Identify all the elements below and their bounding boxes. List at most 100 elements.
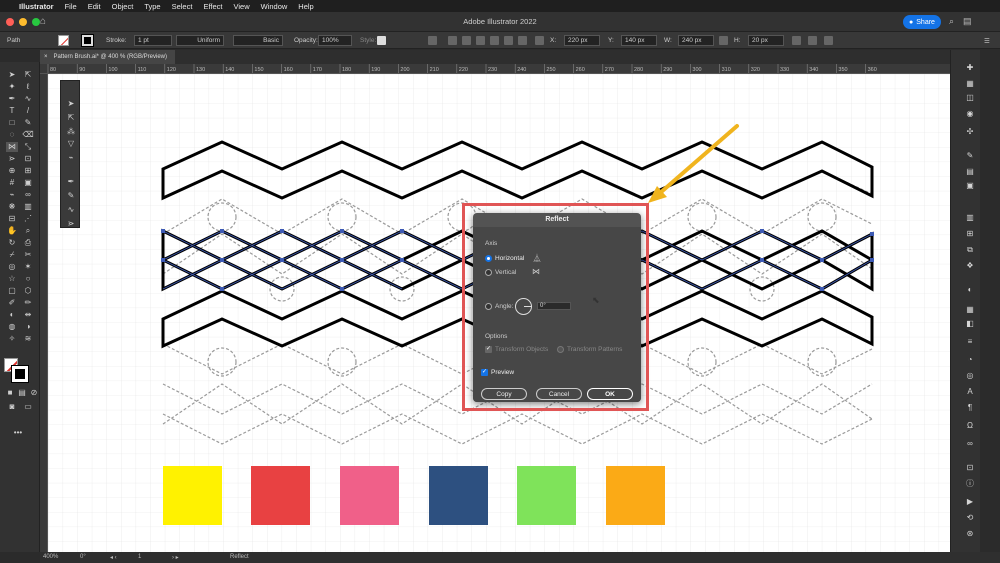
- angle-input[interactable]: 0°: [537, 302, 571, 310]
- share-button[interactable]: ● Share: [903, 15, 941, 29]
- align-panel-icon[interactable]: ⊞: [965, 230, 975, 238]
- swatch-orange[interactable]: [606, 466, 665, 525]
- brush-definition[interactable]: Basic: [233, 35, 283, 46]
- cancel-button[interactable]: Cancel: [536, 388, 582, 400]
- info-panel-icon[interactable]: ⓘ: [965, 480, 975, 488]
- image-trace-icon[interactable]: ◉: [965, 110, 975, 118]
- shape-builder-tool-icon[interactable]: ⊕: [6, 166, 18, 176]
- align-bottom-icon[interactable]: [518, 35, 527, 46]
- gradient-panel-icon[interactable]: ◧: [965, 320, 975, 328]
- transform-patterns-checkbox[interactable]: [557, 346, 564, 353]
- rectangle-tool-icon[interactable]: □: [6, 118, 18, 128]
- copy-button[interactable]: Copy: [481, 388, 527, 400]
- menu-edit[interactable]: Edit: [88, 2, 101, 11]
- polygon-tool-icon[interactable]: ⬡: [22, 286, 34, 296]
- recolor-icon[interactable]: [428, 35, 437, 46]
- stroke-color-box[interactable]: [11, 365, 29, 383]
- artboard-number[interactable]: 1: [138, 554, 141, 560]
- type-tool-icon[interactable]: T: [6, 106, 18, 116]
- horizontal-radio-label[interactable]: Horizontal: [495, 255, 524, 262]
- swatch-navy[interactable]: [429, 466, 488, 525]
- column-graph-tool-icon[interactable]: ▥: [22, 202, 34, 212]
- gradient-mode-icon[interactable]: ▤: [16, 388, 28, 398]
- angle-radio[interactable]: [485, 303, 492, 310]
- align-left-icon[interactable]: [448, 35, 457, 46]
- preview-label[interactable]: Preview: [491, 369, 514, 376]
- menu-window[interactable]: Window: [261, 2, 288, 11]
- artboard-next-arrows[interactable]: › ▸: [172, 554, 179, 561]
- rotate-view-tool-icon[interactable]: ↻: [6, 238, 18, 248]
- align-center-icon[interactable]: [462, 35, 471, 46]
- puppet-warp-tool-icon[interactable]: ✶: [22, 262, 34, 272]
- links-panel-icon[interactable]: ∞: [965, 440, 975, 448]
- float-curvature-icon[interactable]: ∿: [65, 205, 77, 215]
- reference-point-icon[interactable]: [535, 35, 544, 46]
- edit-toolbar-icon[interactable]: •••: [12, 428, 24, 438]
- reflect-tool-icon[interactable]: ⋈: [6, 142, 18, 152]
- angle-dial[interactable]: [515, 298, 532, 315]
- menu-effect[interactable]: Effect: [203, 2, 222, 11]
- curvature-tool-icon[interactable]: ∿: [22, 94, 34, 104]
- shaper-tool-icon[interactable]: ◌: [6, 130, 18, 140]
- document-tab[interactable]: × Pattern Brush.ai* @ 400 % (RGB/Preview…: [40, 50, 175, 64]
- slice-tool-icon[interactable]: ⋰: [22, 214, 34, 224]
- float-anchor-icon[interactable]: ✎: [65, 191, 77, 201]
- blob-brush-tool-icon[interactable]: ✐: [6, 298, 18, 308]
- print-tiling-tool-icon[interactable]: ⎙: [22, 238, 34, 248]
- horizontal-ruler[interactable]: 80 90 100 110 120 130 140 150 160 170 180 190 200 210…: [40, 64, 950, 74]
- vertical-ruler[interactable]: [40, 74, 48, 552]
- libraries-panel-icon[interactable]: ▦: [965, 80, 975, 88]
- vertical-radio-label[interactable]: Vertical: [495, 269, 516, 276]
- arrange-documents-icon[interactable]: ▤: [963, 16, 972, 27]
- ellipse-tool-icon[interactable]: ○: [22, 274, 34, 284]
- wrinkle-tool-icon[interactable]: ≋: [22, 334, 34, 344]
- paragraph-panel-icon[interactable]: ¶: [965, 404, 975, 412]
- eraser-tool-icon[interactable]: ⌫: [22, 130, 34, 140]
- magic-wand-tool-icon[interactable]: ✦: [6, 82, 18, 92]
- scale-tool-icon[interactable]: ⤡: [22, 142, 34, 152]
- variable-width-profile[interactable]: Uniform: [176, 35, 224, 46]
- crystallize-tool-icon[interactable]: ✧: [6, 334, 18, 344]
- menu-select[interactable]: Select: [172, 2, 193, 11]
- asset-export-icon[interactable]: ✣: [965, 128, 975, 136]
- actions-panel-icon[interactable]: ▶: [965, 498, 975, 506]
- free-transform-tool-icon[interactable]: ⊡: [22, 154, 34, 164]
- stroke-swatch[interactable]: [81, 34, 94, 47]
- artboards-panel-icon[interactable]: ▥: [965, 214, 975, 222]
- align-middle-icon[interactable]: [504, 35, 513, 46]
- artboard-prev-arrows[interactable]: ◂ ‹: [110, 554, 117, 561]
- swatch-pink[interactable]: [340, 466, 399, 525]
- float-direct-select-icon[interactable]: ⇱: [65, 113, 77, 123]
- search-icon[interactable]: ⌕: [949, 16, 954, 27]
- transparency-panel-icon[interactable]: ◔: [965, 356, 975, 364]
- rotation-value[interactable]: 0°: [80, 554, 86, 560]
- vertical-radio[interactable]: [485, 269, 492, 276]
- perspective-grid-tool-icon[interactable]: ⊞: [22, 166, 34, 176]
- opacity-field[interactable]: 100%: [318, 35, 352, 46]
- fill-swatch[interactable]: [58, 35, 69, 46]
- stroke-panel-icon[interactable]: ≡: [965, 338, 975, 346]
- y-field[interactable]: 140 px: [621, 35, 657, 46]
- properties-panel-icon[interactable]: ✚: [965, 64, 975, 72]
- warp-tool-icon[interactable]: ◎: [6, 262, 18, 272]
- float-eyedropper-icon[interactable]: ⌁: [65, 153, 77, 163]
- shape-mode-icon[interactable]: [824, 35, 833, 46]
- measure-tool-icon[interactable]: ⇹: [22, 310, 34, 320]
- graphic-style-swatch[interactable]: [377, 35, 386, 46]
- align-top-icon[interactable]: [490, 35, 499, 46]
- menu-help[interactable]: Help: [298, 2, 313, 11]
- width-field[interactable]: 240 px: [678, 35, 714, 46]
- mesh-tool-icon[interactable]: #: [6, 178, 18, 188]
- menu-file[interactable]: File: [65, 2, 77, 11]
- live-paint-tool-icon[interactable]: ◐: [6, 310, 18, 320]
- angle-label[interactable]: Angle:: [495, 303, 513, 310]
- float-gradient-icon[interactable]: ▽: [65, 139, 77, 149]
- menu-app-name[interactable]: Illustrator: [19, 2, 54, 11]
- selection-tool-icon[interactable]: ➤: [6, 70, 18, 80]
- pucker-tool-icon[interactable]: ◑: [22, 322, 34, 332]
- appearance-panel-icon[interactable]: ◎: [965, 372, 975, 380]
- menu-object[interactable]: Object: [112, 2, 134, 11]
- brushes-panel-icon[interactable]: ✎: [965, 152, 975, 160]
- align-right-icon[interactable]: [476, 35, 485, 46]
- stroke-weight-field[interactable]: 1 pt: [134, 35, 172, 46]
